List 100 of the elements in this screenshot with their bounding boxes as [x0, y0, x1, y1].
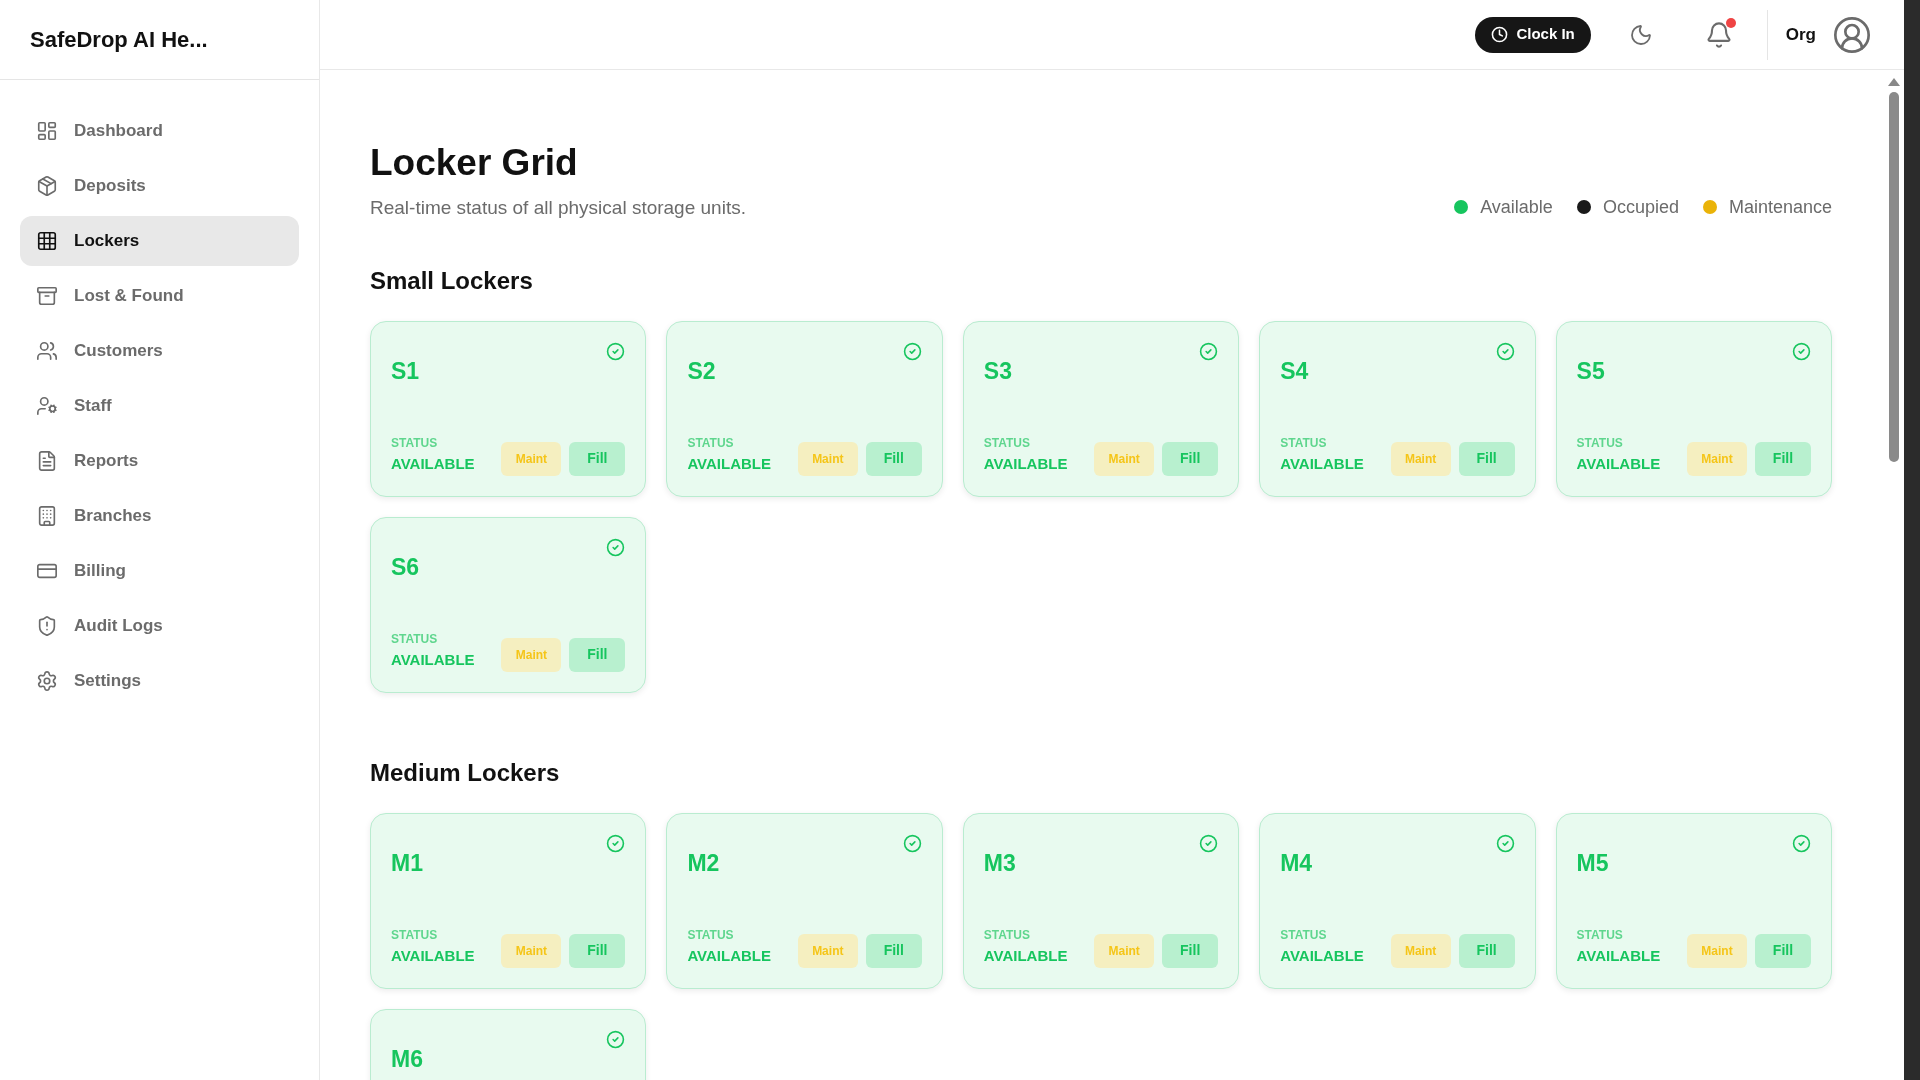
fill-button[interactable]: Fill [569, 933, 626, 968]
status-value: AVAILABLE [1280, 946, 1364, 967]
clock-in-button[interactable]: Clock In [1475, 16, 1591, 53]
nav-item[interactable]: Staff [20, 381, 299, 431]
locker-name: S3 [983, 356, 1012, 386]
box-icon [36, 175, 58, 197]
status-label: STATUS [687, 437, 735, 450]
maintenance-button[interactable]: Maint [501, 441, 562, 476]
status-label: STATUS [983, 437, 1031, 450]
section-title: Small Lockers [370, 265, 534, 296]
shield-icon [36, 615, 58, 637]
settings-icon [36, 670, 58, 692]
profile-button[interactable] [1832, 14, 1872, 55]
archive-icon [36, 285, 58, 307]
fill-button[interactable]: Fill [865, 441, 922, 476]
section-title: Medium Lockers [370, 757, 561, 788]
status-value: AVAILABLE [1280, 454, 1364, 475]
nav-item[interactable]: Lost & Found [20, 271, 299, 321]
fill-button[interactable]: Fill [569, 441, 626, 476]
moon-icon [1628, 22, 1653, 47]
building-icon [36, 505, 58, 527]
status-value: AVAILABLE [687, 946, 771, 967]
fill-button[interactable]: Fill [1755, 441, 1811, 476]
maintenance-button[interactable]: Maint [1094, 933, 1155, 968]
fill-button[interactable]: Fill [1162, 441, 1219, 476]
locker-name: S1 [391, 356, 420, 386]
status-value: AVAILABLE [983, 946, 1068, 967]
page-subtitle: Real-time status of all physical storage units. [370, 196, 746, 221]
status-label: STATUS [1576, 437, 1624, 450]
locker-name: S6 [391, 552, 420, 582]
maintenance-button[interactable]: Maint [1687, 441, 1747, 476]
check-circle-icon [1199, 341, 1219, 361]
status-label: STATUS [983, 929, 1031, 942]
page-title: Locker Grid [370, 141, 579, 185]
maintenance-button[interactable]: Maint [797, 933, 858, 968]
user-gear-icon [36, 395, 58, 417]
maintenance-button[interactable]: Maint [1687, 933, 1747, 968]
scrollbar-thumb[interactable] [1889, 92, 1899, 462]
brand-name: SafeDrop AI He... [30, 26, 208, 54]
check-circle-icon [1495, 833, 1515, 853]
status-label: STATUS [391, 633, 439, 646]
check-circle-icon [1792, 833, 1811, 853]
user-avatar-icon [1832, 14, 1872, 55]
status-value: AVAILABLE [983, 454, 1068, 475]
locker-name: M5 [1576, 848, 1609, 878]
maintenance-button[interactable]: Maint [501, 933, 562, 968]
check-circle-icon [606, 833, 626, 853]
check-circle-icon [606, 537, 626, 557]
check-circle-icon [1495, 341, 1515, 361]
status-label: STATUS [391, 437, 439, 450]
legend-label: Available [1480, 195, 1553, 219]
org-name: Org [1785, 23, 1816, 46]
check-circle-icon [606, 341, 626, 361]
fill-button[interactable]: Fill [865, 933, 922, 968]
nav-item[interactable]: Deposits [20, 161, 299, 211]
maintenance-button[interactable]: Maint [501, 637, 562, 672]
status-label: STATUS [391, 929, 439, 942]
locker-name: M3 [983, 848, 1016, 878]
fill-button[interactable]: Fill [1458, 933, 1515, 968]
locker-name: M1 [391, 848, 423, 878]
nav-item[interactable]: Reports [20, 436, 299, 486]
status-value: AVAILABLE [391, 454, 475, 475]
fill-button[interactable]: Fill [569, 637, 626, 672]
check-circle-icon [1792, 341, 1811, 361]
status-value: AVAILABLE [391, 650, 475, 671]
maintenance-button[interactable]: Maint [1094, 441, 1155, 476]
status-value: AVAILABLE [1576, 454, 1661, 475]
status-value: AVAILABLE [1576, 946, 1661, 967]
nav-item[interactable]: Branches [20, 491, 299, 541]
nav-item[interactable]: Lockers [20, 216, 299, 266]
maintenance-button[interactable]: Maint [1390, 933, 1451, 968]
fill-button[interactable]: Fill [1755, 933, 1811, 968]
maintenance-button[interactable]: Maint [1390, 441, 1451, 476]
document-icon [36, 450, 58, 472]
nav-item[interactable]: Dashboard [20, 106, 299, 156]
locker-name: S4 [1280, 356, 1309, 386]
fill-button[interactable]: Fill [1162, 933, 1219, 968]
nav-item[interactable]: Audit Logs [20, 601, 299, 651]
locker-name: M2 [687, 848, 720, 878]
status-label: STATUS [687, 929, 735, 942]
status-value: AVAILABLE [391, 946, 475, 967]
maintenance-button[interactable]: Maint [797, 441, 858, 476]
bell-icon [1704, 20, 1733, 49]
users-icon [36, 340, 58, 362]
nav-item[interactable]: Customers [20, 326, 299, 376]
check-circle-icon [1199, 833, 1219, 853]
status-label: STATUS [1280, 929, 1328, 942]
nav-item[interactable]: Settings [20, 656, 299, 706]
nav-item[interactable]: Billing [20, 546, 299, 596]
check-circle-icon [902, 341, 922, 361]
legend-label: Maintenance [1728, 195, 1832, 219]
status-label: STATUS [1280, 437, 1328, 450]
fill-button[interactable]: Fill [1458, 441, 1515, 476]
status-label: STATUS [1576, 929, 1624, 942]
locker-name: S5 [1576, 356, 1605, 386]
dashboard-icon [36, 120, 58, 142]
locker-name: M6 [391, 1044, 423, 1074]
locker-name: S2 [687, 356, 716, 386]
legend-label: Occupied [1602, 195, 1679, 219]
locker-name: M4 [1280, 848, 1313, 878]
